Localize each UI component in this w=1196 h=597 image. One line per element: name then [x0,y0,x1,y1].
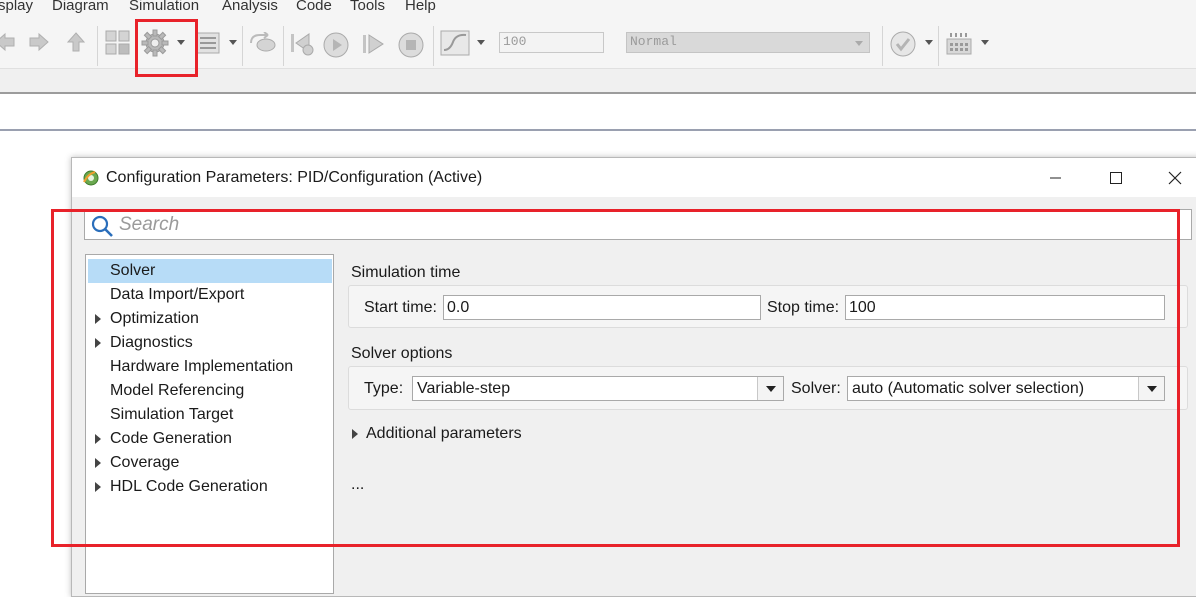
maximize-button[interactable] [1104,166,1128,190]
additional-parameters-label: Additional parameters [366,425,522,442]
start-time-field[interactable] [443,295,761,320]
simulation-mode-select[interactable]: Normal [626,32,870,53]
simulation-time-heading: Simulation time [351,264,461,281]
inspector-dropdown-icon[interactable] [477,40,485,45]
explorer-bar [0,68,1196,94]
tree-item-label: Code Generation [110,430,232,447]
menu-code[interactable]: Code [296,0,332,14]
chevron-down-icon [766,386,776,392]
explorer-dropdown-icon[interactable] [229,40,237,45]
expand-triangle-icon[interactable] [95,434,101,444]
stop-time-toolbar-field[interactable]: 100 [499,32,604,53]
search-box[interactable] [84,209,1192,240]
tree-item-coverage[interactable]: Coverage [88,451,332,475]
check-dropdown-icon[interactable] [925,40,933,45]
minimize-button[interactable] [1044,166,1068,190]
tree-item-solver[interactable]: Solver [88,259,332,283]
expand-triangle-icon [352,429,358,439]
menu-bar: splay Diagram Simulation Analysis Code T… [0,0,1196,18]
solver-type-value: Variable-step [417,380,511,397]
tree-item-optimization[interactable]: Optimization [88,307,332,331]
dialog-title: Configuration Parameters: PID/Configurat… [106,169,483,186]
more-ellipsis: ... [351,476,365,493]
tree-item-label: Hardware Implementation [110,358,294,375]
solver-label: Solver: [791,380,841,397]
chevron-down-icon [855,41,863,46]
step-forward-icon[interactable] [361,32,387,56]
tree-item-label: HDL Code Generation [110,478,268,495]
expand-triangle-icon[interactable] [95,314,101,324]
tree-item-label: Optimization [110,310,199,327]
menu-display[interactable]: splay [0,0,33,14]
forward-arrow-icon[interactable] [28,32,50,52]
record-icon[interactable] [248,32,278,54]
tree-item-diagnostics[interactable]: Diagnostics [88,331,332,355]
search-icon [90,214,114,243]
expand-triangle-icon[interactable] [95,338,101,348]
simulation-time-group: Start time: Stop time: [348,285,1188,328]
run-icon[interactable] [322,31,350,59]
search-input[interactable] [119,213,1119,237]
tree-item-label: Coverage [110,454,180,471]
solver-options-group: Type: Variable-step Solver: auto (Automa… [348,366,1188,410]
tree-item-label: Diagnostics [110,334,193,351]
data-inspector-icon[interactable] [440,30,470,56]
start-time-label: Start time: [364,299,437,316]
breadcrumb-bar [0,96,1196,131]
menu-help[interactable]: Help [405,0,436,14]
expand-triangle-icon[interactable] [95,458,101,468]
stop-icon[interactable] [397,31,425,59]
solver-select[interactable]: auto (Automatic solver selection) [847,376,1165,401]
close-button[interactable] [1163,166,1187,190]
model-settings-gear-icon[interactable] [141,29,169,57]
menu-simulation[interactable]: Simulation [129,0,199,14]
toolbar: 100 Normal [0,18,1196,68]
minimize-icon [1050,177,1061,179]
tree-item-label: Simulation Target [110,406,234,423]
tree-item-label: Solver [110,262,156,279]
dialog-titlebar[interactable]: Configuration Parameters: PID/Configurat… [72,158,1196,197]
solver-dropdown-button[interactable] [1138,377,1164,400]
tree-item-simulation-target[interactable]: Simulation Target [88,403,332,427]
solver-value: auto (Automatic solver selection) [852,380,1085,397]
tree-item-label: Data Import/Export [110,286,245,303]
menu-analysis[interactable]: Analysis [222,0,278,14]
library-browser-icon[interactable] [104,29,132,57]
step-back-icon[interactable] [289,31,317,57]
tree-item-data-import-export[interactable]: Data Import/Export [88,283,332,307]
stop-time-label: Stop time: [767,299,840,316]
build-icon[interactable] [945,30,973,58]
chevron-down-icon [1147,386,1157,392]
expand-triangle-icon[interactable] [95,482,101,492]
configuration-parameters-dialog: Configuration Parameters: PID/Configurat… [71,157,1196,597]
tree-item-label: Model Referencing [110,382,245,399]
stop-time-field[interactable] [845,295,1165,320]
simulink-gear-icon [82,169,100,192]
tree-item-model-referencing[interactable]: Model Referencing [88,379,332,403]
check-icon[interactable] [889,30,917,58]
category-tree: Solver Data Import/Export Optimization D… [85,254,334,594]
model-explorer-icon[interactable] [196,31,220,55]
type-dropdown-button[interactable] [757,377,783,400]
tree-item-hdl-code-generation[interactable]: HDL Code Generation [88,475,332,499]
maximize-icon [1110,172,1122,184]
menu-tools[interactable]: Tools [350,0,385,14]
type-label: Type: [364,380,404,397]
tree-item-code-generation[interactable]: Code Generation [88,427,332,451]
build-dropdown-icon[interactable] [981,40,989,45]
close-icon [1168,171,1182,185]
solver-options-heading: Solver options [351,345,453,362]
back-arrow-icon[interactable] [0,32,16,52]
menu-diagram[interactable]: Diagram [52,0,109,14]
simulation-mode-value: Normal [630,34,677,49]
solver-type-select[interactable]: Variable-step [412,376,784,401]
settings-dropdown-icon[interactable] [177,40,185,45]
tree-item-hardware-implementation[interactable]: Hardware Implementation [88,355,332,379]
up-arrow-icon[interactable] [66,31,86,53]
